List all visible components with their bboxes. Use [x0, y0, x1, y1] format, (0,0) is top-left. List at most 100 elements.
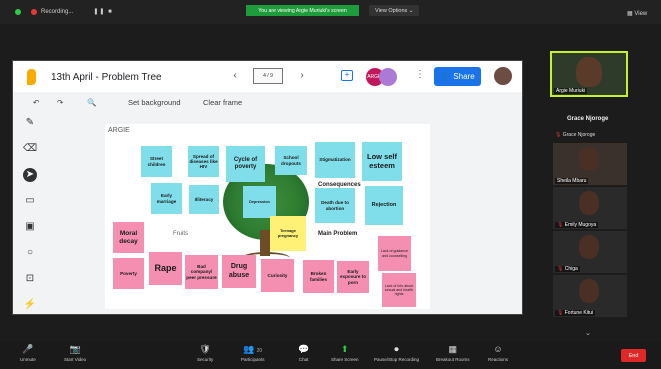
mic-muted-icon: 🎤	[22, 344, 34, 354]
sticky-note[interactable]: Rape	[149, 252, 182, 285]
sticky-note[interactable]: Lack of guidance and counselling	[378, 236, 411, 271]
pen-icon[interactable]: ✎	[23, 116, 37, 130]
tool-palette: ✎ ⌫ ➤ ▭ ▣ ○ ⊡ ⚡	[17, 114, 45, 314]
label-fruits: Fruits	[173, 231, 188, 237]
sticky-note[interactable]: Depression	[243, 186, 276, 218]
participant-tile[interactable]: 🎙 Chiga	[553, 231, 627, 273]
participant-photo	[579, 235, 599, 259]
reactions-button[interactable]: ☺ Reactions	[488, 344, 508, 362]
jamboard-header: 13th April - Problem Tree ‹ 4 / 9 › + AR…	[13, 61, 522, 92]
redo-icon[interactable]: ↷	[57, 98, 63, 107]
sticky-note[interactable]: Stigmatization	[315, 142, 355, 178]
participant-photo	[579, 191, 599, 215]
image-icon[interactable]: ▣	[23, 220, 37, 234]
zoom-icon[interactable]: 🔍	[87, 98, 96, 107]
chat-button[interactable]: 💬 Chat	[298, 344, 309, 362]
participant-tile[interactable]: Sheila Mbaru	[553, 143, 627, 185]
self-video-tile[interactable]: Argie Muriuki	[550, 51, 628, 97]
participant-tile[interactable]: 🎙 Fortune Kitui	[553, 275, 627, 317]
circle-icon[interactable]: ○	[23, 246, 37, 260]
security-button[interactable]: 🛡 Security	[197, 344, 213, 362]
start-video-label: Start Video	[64, 357, 87, 362]
label-main-problem: Main Problem	[318, 231, 358, 237]
pause-stop-recording-button[interactable]: ❚❚ ■	[93, 8, 112, 15]
text-box-icon[interactable]: ⊡	[23, 272, 37, 286]
chevron-down-icon[interactable]: ⌄	[585, 329, 591, 337]
sticky-note[interactable]: Drug abuse	[222, 255, 256, 288]
sticky-note[interactable]: Poverty	[113, 258, 144, 289]
breakout-rooms-button[interactable]: ▦ Breakout Rooms	[436, 344, 470, 362]
undo-icon[interactable]: ↶	[33, 98, 39, 107]
sticky-note[interactable]: Death due to abortion	[315, 188, 355, 223]
zoom-window: Recording... ❚❚ ■ You are viewing Argie …	[0, 0, 661, 369]
set-background-button[interactable]: Set background	[128, 98, 181, 107]
present-icon[interactable]: +	[341, 70, 353, 81]
muted-mic-icon: 🎙	[557, 222, 564, 228]
sticky-note-icon[interactable]: ▭	[23, 194, 37, 208]
account-avatar[interactable]	[494, 67, 512, 85]
laser-icon[interactable]: ⚡	[23, 298, 37, 312]
label-consequences: Consequences	[318, 182, 361, 188]
clear-frame-button[interactable]: Clear frame	[203, 98, 242, 107]
reactions-label: Reactions	[488, 357, 509, 362]
share-button-label: Share	[453, 72, 475, 81]
sticky-note[interactable]: Lack of info about sexual and health rig…	[382, 273, 416, 307]
sticky-note[interactable]: Moral decay	[113, 222, 144, 253]
meeting-controls: 🎤 Unmute 📷 Start Video 🛡 Security 👥 20 Pa…	[0, 342, 661, 369]
participant-name: Sheila Mbaru	[555, 178, 589, 184]
jamboard-toolbar: ↶ ↷ 🔍 Set background Clear frame	[13, 92, 522, 114]
previous-frame-button[interactable]: ‹	[228, 69, 242, 83]
start-video-button[interactable]: 📷 Start Video	[64, 344, 86, 362]
select-icon[interactable]: ➤	[23, 168, 37, 182]
jamboard-title[interactable]: 13th April - Problem Tree	[51, 72, 162, 83]
sticky-note[interactable]: Rejection	[365, 186, 403, 225]
recording-control-label: Pause/Stop Recording	[374, 357, 420, 362]
view-options-button[interactable]: View Options ⌄	[369, 5, 420, 16]
top-bar: Recording... ❚❚ ■ You are viewing Argie …	[0, 0, 661, 24]
shared-screen: 13th April - Problem Tree ‹ 4 / 9 › + AR…	[12, 60, 523, 315]
view-button[interactable]: ▦ View	[627, 10, 647, 17]
panel-header: Grace Njoroge	[567, 116, 609, 122]
recording-label: Recording...	[41, 8, 74, 15]
unmute-button[interactable]: 🎤 Unmute	[20, 344, 36, 362]
sticky-note[interactable]: Early marriage	[151, 183, 182, 214]
eraser-icon[interactable]: ⌫	[23, 142, 37, 156]
sticky-note[interactable]: Street children	[141, 146, 172, 177]
frame-indicator[interactable]: 4 / 9	[253, 68, 283, 84]
muted-mic-icon: 🎙	[557, 310, 564, 316]
participant-photo	[579, 147, 599, 171]
unmute-label: Unmute	[20, 357, 36, 362]
jamboard-frame[interactable]: ARGIE Street children Spread of diseases…	[105, 124, 430, 309]
participant-photo	[576, 57, 602, 87]
share-screen-label: Share Screen	[331, 357, 359, 362]
sticky-note[interactable]: Bad company/ peer pressure	[185, 255, 218, 289]
sticky-note[interactable]: Spread of diseases like HIV	[188, 146, 219, 177]
participant-count: 20	[256, 348, 263, 354]
sticky-note[interactable]: Teenage pregnancy	[270, 216, 306, 251]
video-off-icon: 📷	[69, 344, 81, 354]
sticky-note[interactable]: Broken families	[303, 260, 334, 293]
share-screen-button[interactable]: ⬆ Share Screen	[331, 344, 359, 362]
sticky-note[interactable]: Illiteracy	[189, 185, 219, 214]
sticky-note[interactable]: Low self esteem	[362, 142, 402, 181]
muted-mic-icon: 🎙	[557, 266, 564, 272]
sticky-note[interactable]: Early exposure to porn	[337, 261, 369, 293]
security-label: Security	[197, 357, 214, 362]
participants-button[interactable]: 👥 20 Participants	[241, 344, 265, 362]
next-frame-button[interactable]: ›	[295, 69, 309, 83]
end-meeting-button[interactable]: End	[621, 349, 646, 362]
chat-icon: 💬	[298, 344, 310, 354]
screen-share-banner: You are viewing Argie Muriuki's screen	[246, 5, 359, 16]
collaborator-avatar-2[interactable]	[379, 68, 397, 86]
shield-icon: 🛡	[199, 344, 211, 354]
participants-label: Participants	[241, 357, 265, 362]
sticky-note[interactable]: Curiosity	[261, 259, 294, 292]
more-options-icon[interactable]: ⋮	[415, 69, 425, 80]
participant-tile[interactable]: 🎙 Emily Mugoya	[553, 187, 627, 229]
participant-name: 🎙 Grace Njoroge	[555, 132, 596, 138]
status-dot-icon	[15, 8, 21, 15]
pause-stop-recording-control[interactable]: ⏺ Pause/Stop Recording	[374, 344, 419, 362]
share-button[interactable]: 👤 Share	[434, 67, 481, 86]
sticky-note[interactable]: School dropouts	[275, 146, 307, 175]
sticky-note[interactable]: Cycle of poverty	[226, 146, 265, 182]
